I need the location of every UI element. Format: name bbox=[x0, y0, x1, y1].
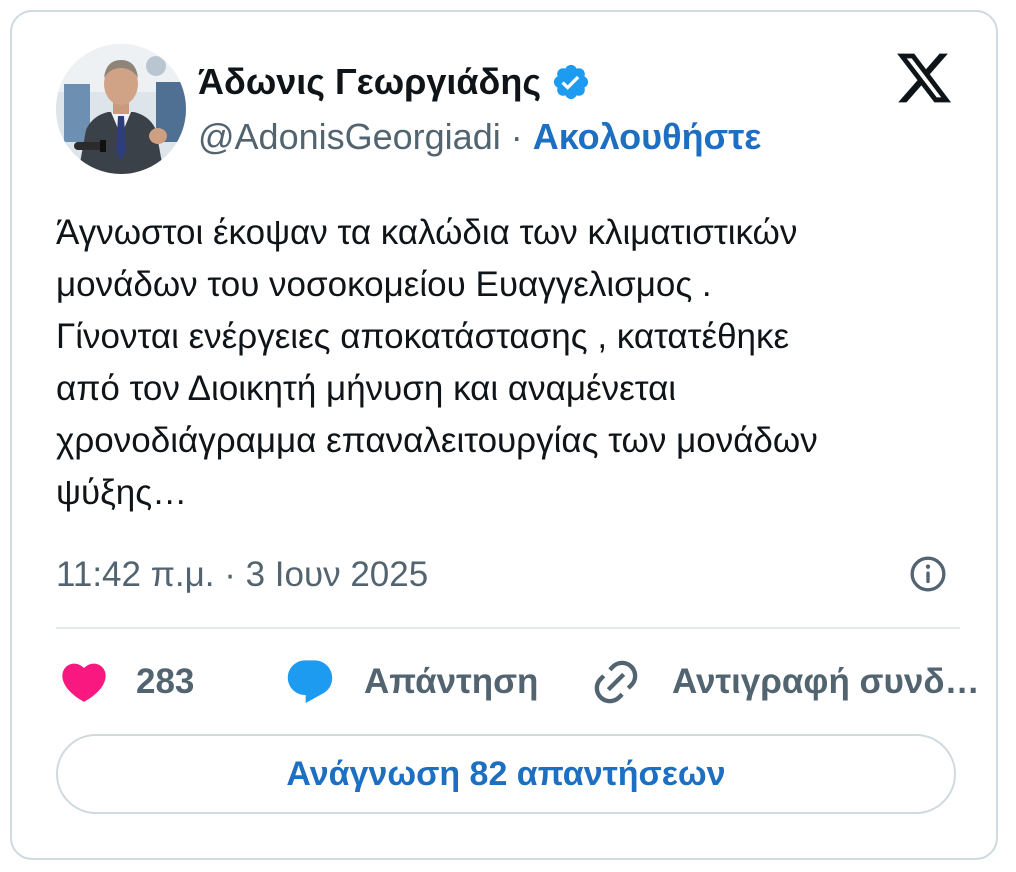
like-count: 283 bbox=[136, 662, 195, 701]
read-replies-label: Ανάγνωση 82 απαντήσεων bbox=[286, 754, 726, 793]
avatar-image bbox=[56, 44, 186, 174]
copy-link-label: Αντιγραφή συνδ… bbox=[672, 662, 980, 701]
tweet-actions-bar: 283 Απάντηση Αντιγραφή συνδ… bbox=[56, 652, 980, 712]
like-button[interactable]: 283 bbox=[58, 652, 194, 712]
copy-link-button[interactable]: Αντιγραφή συνδ… bbox=[590, 652, 980, 712]
divider bbox=[56, 627, 960, 629]
heart-icon bbox=[62, 663, 106, 702]
avatar[interactable] bbox=[56, 44, 186, 174]
follow-button[interactable]: Ακολουθήστε bbox=[533, 116, 762, 158]
author-display-name[interactable]: Άδωνις Γεωργιάδης bbox=[198, 61, 541, 103]
reply-label: Απάντηση bbox=[364, 662, 539, 701]
handle-separator: · bbox=[510, 116, 523, 157]
reply-button[interactable]: Απάντηση bbox=[284, 652, 538, 712]
tweet-embed-card: Άδωνις Γεωργιάδης @AdonisGeorgiadi · Ακο… bbox=[10, 10, 998, 860]
x-logo-icon[interactable] bbox=[894, 48, 954, 108]
tweet-timestamp-row: 11:42 π.μ. · 3 Ιουν 2025 bbox=[56, 550, 428, 600]
author-handle[interactable]: @AdonisGeorgiadi bbox=[198, 116, 501, 158]
speech-bubble-icon bbox=[287, 660, 333, 704]
tweet-timestamp[interactable]: 11:42 π.μ. · 3 Ιουν 2025 bbox=[56, 555, 428, 595]
tweet-text: Άγνωστοι έκοψαν τα καλώδια των κλιματιστ… bbox=[56, 213, 818, 512]
info-icon[interactable] bbox=[908, 554, 948, 594]
author-handle-row: @AdonisGeorgiadi · Ακολουθήστε bbox=[198, 112, 761, 162]
read-replies-button[interactable]: Ανάγνωση 82 απαντήσεων bbox=[56, 734, 956, 814]
author-name-row: Άδωνις Γεωργιάδης bbox=[198, 54, 591, 110]
verified-badge-icon bbox=[554, 64, 589, 100]
link-icon bbox=[594, 660, 638, 704]
